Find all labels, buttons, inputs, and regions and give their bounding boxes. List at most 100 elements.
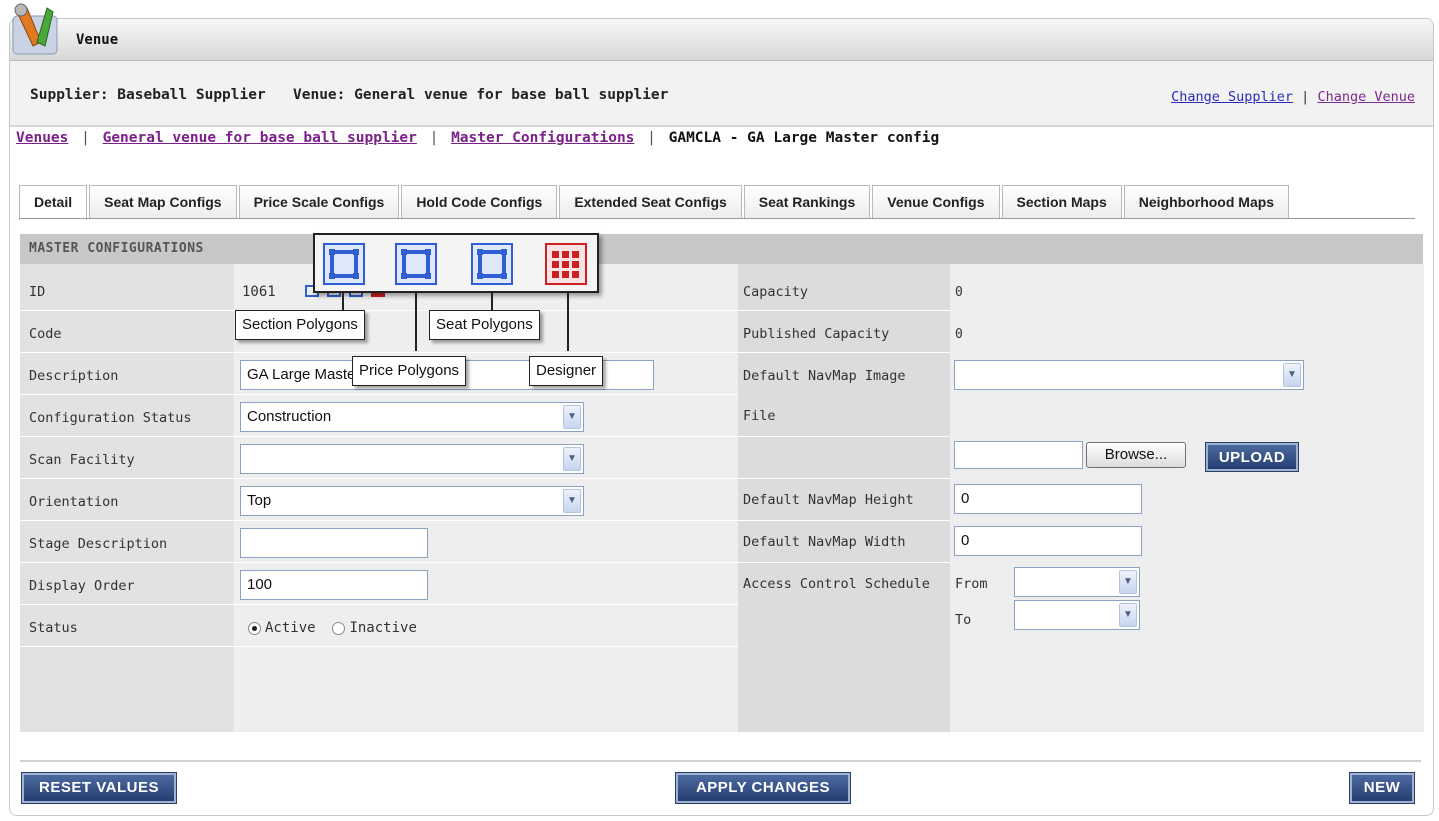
capacity-value: 0 — [955, 285, 963, 300]
breadcrumb-separator: | — [81, 130, 90, 146]
section-polygons-icon[interactable] — [323, 243, 365, 285]
seat-polygons-callout: Seat Polygons — [429, 310, 540, 340]
status-label: Status — [29, 620, 78, 636]
change-supplier-link[interactable]: Change Supplier — [1171, 89, 1293, 105]
change-venue-link[interactable]: Change Venue — [1317, 89, 1415, 105]
context-bar: Supplier: Baseball Supplier Venue: Gener… — [10, 61, 1433, 127]
link-separator: | — [1301, 89, 1310, 105]
row-divider — [20, 352, 738, 353]
tools-icon — [12, 3, 58, 55]
footer-divider — [20, 760, 1421, 762]
stage-description-label: Stage Description — [29, 536, 168, 552]
row-divider — [738, 562, 950, 563]
id-label: ID — [29, 284, 46, 300]
tab-bar: Detail Seat Map Configs Price Scale Conf… — [19, 185, 1291, 220]
navmap-width-input[interactable]: 0 — [954, 526, 1142, 556]
status-radio-group: Active Inactive — [248, 620, 417, 636]
seat-polygons-icon[interactable] — [471, 243, 513, 285]
designer-icon[interactable] — [545, 243, 587, 285]
row-divider — [738, 478, 950, 479]
chevron-down-icon: ▼ — [1283, 363, 1301, 387]
tab-extended-seat-configs[interactable]: Extended Seat Configs — [559, 185, 742, 219]
reset-values-button[interactable]: RESET VALUES — [21, 772, 177, 804]
from-label: From — [955, 576, 988, 592]
tab-hold-code-configs[interactable]: Hold Code Configs — [401, 185, 558, 219]
to-label: To — [955, 612, 972, 628]
row-divider — [738, 520, 950, 521]
breadcrumb-separator: | — [647, 130, 656, 146]
tab-venue-configs[interactable]: Venue Configs — [872, 185, 1000, 219]
detail-panel: MASTER CONFIGURATIONS ID Code Descriptio… — [20, 234, 1424, 732]
configuration-status-label: Configuration Status — [29, 410, 192, 426]
display-order-label: Display Order — [29, 578, 135, 594]
app-title: Venue — [76, 32, 119, 48]
tab-seat-rankings[interactable]: Seat Rankings — [743, 185, 871, 219]
change-links: Change Supplier | Change Venue — [1171, 89, 1415, 105]
description-label: Description — [29, 368, 119, 384]
browse-button[interactable]: Browse... — [1086, 442, 1186, 468]
row-divider — [738, 352, 950, 353]
status-active-radio[interactable] — [248, 621, 261, 635]
status-inactive-label: Inactive — [349, 620, 417, 636]
venue-label: Venue: General venue for base ball suppl… — [293, 87, 669, 103]
breadcrumb-master-configurations[interactable]: Master Configurations — [451, 130, 634, 146]
title-bar: Venue — [10, 19, 1433, 61]
row-divider — [20, 646, 738, 647]
new-button[interactable]: NEW — [1349, 772, 1415, 804]
supplier-label: Supplier: Baseball Supplier — [30, 87, 266, 103]
row-divider — [20, 436, 738, 437]
section-polygons-callout: Section Polygons — [235, 310, 365, 340]
chevron-down-icon: ▼ — [563, 489, 581, 513]
breadcrumb-venue[interactable]: General venue for base ball supplier — [103, 130, 417, 146]
orientation-value: Top — [247, 492, 272, 509]
stage-description-input[interactable] — [240, 528, 428, 558]
scan-facility-select[interactable]: ▼ — [240, 444, 584, 474]
configuration-status-select[interactable]: Construction ▼ — [240, 402, 584, 432]
row-divider — [20, 478, 738, 479]
breadcrumb-separator: | — [429, 130, 439, 146]
published-capacity-label: Published Capacity — [743, 326, 890, 342]
callout-connector — [342, 293, 344, 310]
section-title: MASTER CONFIGURATIONS — [20, 234, 1423, 264]
row-divider — [738, 310, 950, 311]
navmap-image-select[interactable]: ▼ — [954, 360, 1304, 390]
chevron-down-icon: ▼ — [1119, 603, 1137, 627]
orientation-label: Orientation — [29, 494, 119, 510]
capacity-label: Capacity — [743, 284, 809, 300]
tab-section-maps[interactable]: Section Maps — [1001, 185, 1122, 219]
navmap-height-input[interactable]: 0 — [954, 484, 1142, 514]
id-value: 1061 — [242, 284, 276, 300]
configuration-status-value: Construction — [247, 408, 332, 425]
tab-divider — [19, 218, 1415, 219]
tab-detail[interactable]: Detail — [19, 185, 88, 220]
navmap-height-label: Default NavMap Height — [743, 492, 914, 508]
status-inactive-radio[interactable] — [332, 621, 346, 635]
published-capacity-value: 0 — [955, 327, 963, 342]
chevron-down-icon: ▼ — [563, 447, 581, 471]
access-from-select[interactable]: ▼ — [1014, 567, 1140, 597]
access-control-label: Access Control Schedule — [743, 576, 930, 592]
file-path-input[interactable] — [954, 441, 1083, 469]
apply-changes-button[interactable]: APPLY CHANGES — [675, 772, 851, 804]
scan-facility-label: Scan Facility — [29, 452, 135, 468]
row-divider — [20, 562, 738, 563]
access-to-select[interactable]: ▼ — [1014, 600, 1140, 630]
chevron-down-icon: ▼ — [1119, 570, 1137, 594]
row-divider — [20, 310, 738, 311]
row-divider — [20, 394, 738, 395]
code-label: Code — [29, 326, 62, 342]
tab-seat-map-configs[interactable]: Seat Map Configs — [89, 185, 237, 219]
display-order-input[interactable]: 100 — [240, 570, 428, 600]
breadcrumb: Venues | General venue for base ball sup… — [16, 130, 939, 146]
tab-neighborhood-maps[interactable]: Neighborhood Maps — [1123, 185, 1290, 219]
price-polygons-icon[interactable] — [395, 243, 437, 285]
price-polygons-callout: Price Polygons — [352, 356, 467, 386]
tab-price-scale-configs[interactable]: Price Scale Configs — [238, 185, 400, 219]
orientation-select[interactable]: Top ▼ — [240, 486, 584, 516]
callout-connector — [415, 293, 417, 351]
callout-connector — [491, 293, 493, 310]
upload-button[interactable]: UPLOAD — [1205, 442, 1299, 472]
row-divider — [738, 436, 950, 437]
navmap-width-label: Default NavMap Width — [743, 534, 906, 550]
breadcrumb-venues[interactable]: Venues — [16, 130, 68, 146]
